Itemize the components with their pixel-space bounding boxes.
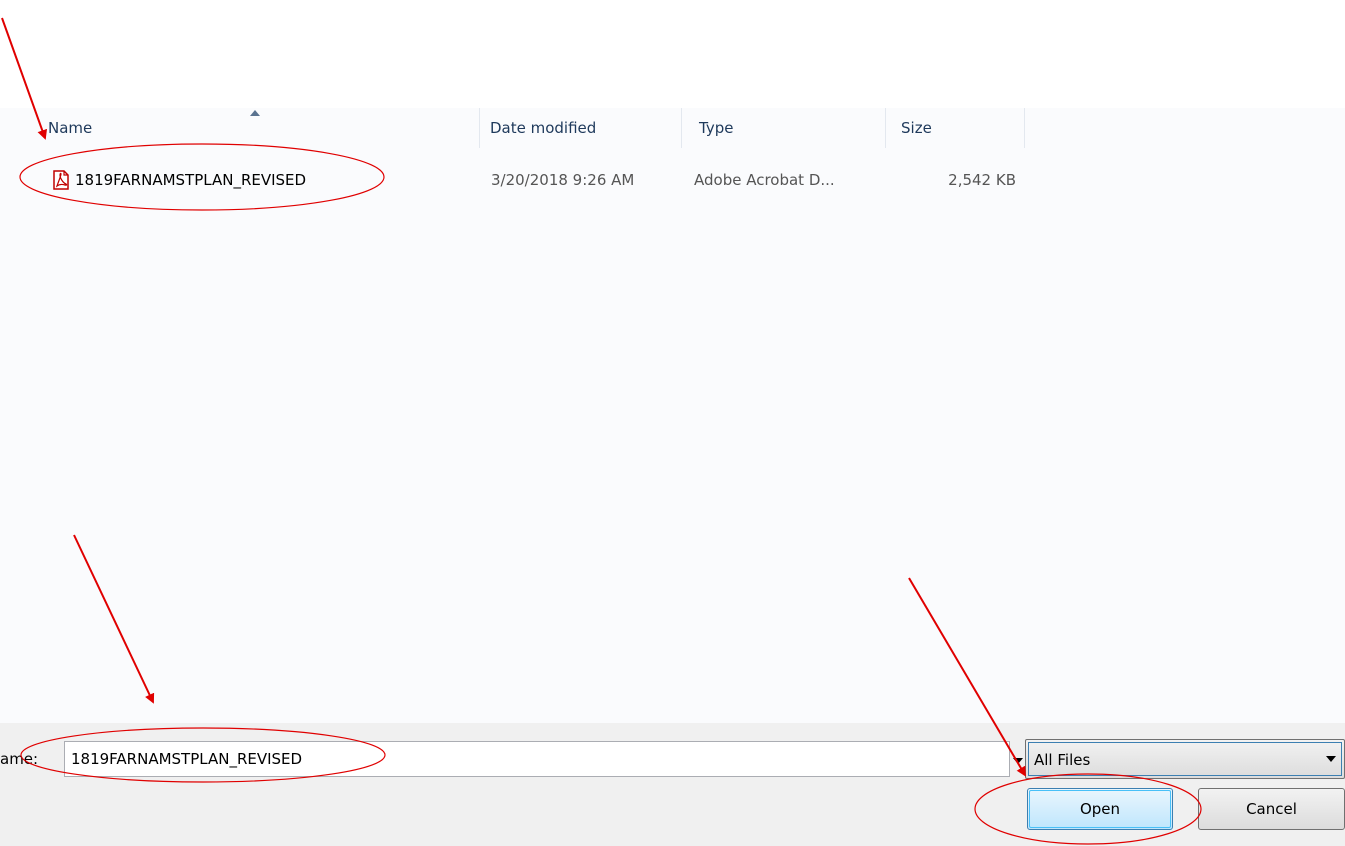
column-header-name-label: Name	[48, 119, 93, 137]
file-name-cell[interactable]: 1819FARNAMSTPLAN_REVISED	[75, 164, 306, 196]
column-header-size-label: Size	[901, 119, 932, 137]
column-header-type[interactable]: Type	[693, 108, 886, 148]
chevron-down-icon[interactable]	[1013, 758, 1023, 764]
file-list[interactable]	[0, 108, 1345, 723]
column-header-name[interactable]: Name	[42, 108, 480, 148]
cancel-button[interactable]: Cancel	[1198, 788, 1345, 830]
file-name-label: ame:	[0, 750, 39, 768]
file-name-input[interactable]	[64, 741, 1010, 777]
open-button-label: Open	[1079, 800, 1121, 818]
file-type-cell: Adobe Acrobat D...	[694, 171, 835, 189]
open-file-dialog: Name Date modified Type Size 1819FARNAMS…	[0, 0, 1345, 846]
file-date-cell: 3/20/2018 9:26 AM	[491, 171, 635, 189]
chevron-down-icon[interactable]	[1326, 756, 1336, 762]
open-button[interactable]: Open	[1027, 788, 1173, 830]
sort-ascending-icon	[250, 110, 260, 116]
column-header-date-modified-label: Date modified	[490, 119, 597, 137]
column-header-size[interactable]: Size	[895, 108, 1025, 148]
cancel-button-label: Cancel	[1246, 800, 1297, 818]
column-header-type-label: Type	[699, 119, 734, 137]
column-header-date-modified[interactable]: Date modified	[484, 108, 682, 148]
pdf-file-icon	[53, 170, 69, 190]
dialog-top-area	[0, 0, 1345, 108]
file-size-cell: 2,542 KB	[948, 171, 1016, 189]
file-type-select-value: All Files	[1034, 751, 1091, 769]
